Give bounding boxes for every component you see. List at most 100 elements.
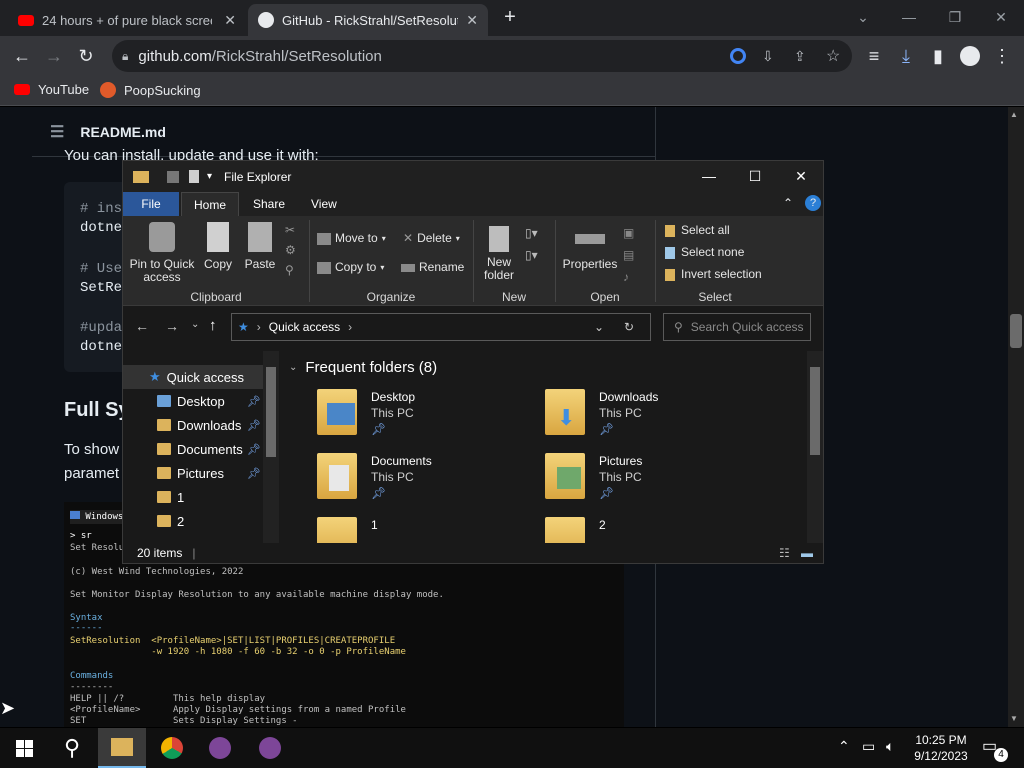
minimize-button[interactable]: —: [886, 4, 932, 32]
nav-item-quick-access[interactable]: ★ Quick access: [123, 365, 263, 389]
delete-button[interactable]: ✕ Delete ▾: [403, 232, 460, 245]
paste-button[interactable]: Paste: [241, 222, 279, 271]
folder-tile-1[interactable]: 1: [317, 517, 537, 543]
clock[interactable]: 10:25 PM 9/12/2023: [912, 732, 970, 764]
close-icon[interactable]: ✕: [466, 12, 478, 29]
tab-home[interactable]: Home: [181, 192, 240, 216]
back-button[interactable]: ←: [135, 318, 149, 334]
open-icon[interactable]: ▣: [623, 222, 634, 244]
new-tab-button[interactable]: +: [498, 6, 522, 30]
select-all-button[interactable]: Select all: [665, 224, 730, 237]
copy-to-button[interactable]: Copy to ▾: [317, 261, 384, 274]
invert-selection-button[interactable]: Invert selection: [665, 268, 762, 281]
content-scroll-thumb[interactable]: [810, 367, 820, 455]
nav-item-desktop[interactable]: Desktop 📌︎: [123, 389, 263, 413]
taskbar-app-2[interactable]: [246, 728, 294, 768]
refresh-icon[interactable]: ↻: [624, 320, 634, 334]
move-to-button[interactable]: Move to ▾: [317, 232, 386, 245]
scroll-down-icon[interactable]: ▼: [1010, 714, 1018, 723]
breadcrumb[interactable]: Quick access: [269, 320, 340, 334]
pin-quick-access-button[interactable]: Pin to Quick access: [129, 222, 195, 284]
reload-button[interactable]: ↻: [74, 44, 98, 68]
tab-file[interactable]: File: [123, 192, 179, 216]
collapse-ribbon-icon[interactable]: ⌃: [783, 196, 793, 210]
rename-button[interactable]: Rename: [401, 261, 464, 274]
select-none-button[interactable]: Select none: [665, 246, 744, 259]
address-box[interactable]: ★ › Quick access › ⌄ ↻: [231, 313, 651, 341]
search-input[interactable]: ⚲ Search Quick access: [663, 313, 811, 341]
nav-item-downloads[interactable]: Downloads 📌︎: [123, 413, 263, 437]
search-button[interactable]: ⚲: [48, 728, 96, 768]
recent-locations-icon[interactable]: ⌄: [191, 319, 199, 330]
volume-icon[interactable]: 🔈︎: [886, 738, 894, 755]
list-icon[interactable]: ☰: [50, 122, 64, 142]
close-window-button[interactable]: ✕: [778, 161, 824, 192]
forward-button[interactable]: →: [42, 44, 66, 68]
folder-tile-desktop[interactable]: Desktop This PC 📌︎: [317, 389, 537, 451]
tab-github[interactable]: GitHub - RickStrahl/SetResolution ✕: [248, 4, 488, 36]
nav-item-pictures[interactable]: Pictures 📌︎: [123, 461, 263, 485]
history-icon[interactable]: ♪: [623, 266, 634, 288]
section-header[interactable]: ⌄ Frequent folders (8): [289, 359, 437, 376]
nav-item-folder-1[interactable]: 1: [123, 485, 263, 509]
readme-title[interactable]: README.md: [80, 124, 166, 140]
install-app-icon[interactable]: ⇩: [762, 48, 774, 65]
tab-youtube[interactable]: 24 hours + of pure black screen ✕: [8, 4, 246, 36]
bookmark-site[interactable]: PoopSucking: [100, 82, 201, 98]
folder-tile-2[interactable]: 2: [545, 517, 765, 543]
large-icons-view-icon[interactable]: ▬: [801, 546, 813, 560]
close-icon[interactable]: ✕: [224, 12, 236, 29]
new-item-icon[interactable]: ▯▾: [525, 222, 538, 244]
copy-button[interactable]: Copy: [201, 222, 235, 271]
tab-search-chevron-icon[interactable]: ⌄: [840, 4, 886, 32]
cut-icon[interactable]: ✂: [285, 220, 296, 240]
taskbar-file-explorer[interactable]: [98, 728, 146, 768]
tab-share[interactable]: Share: [241, 192, 297, 216]
copy-path-icon[interactable]: ⚙: [285, 240, 296, 260]
menu-icon[interactable]: ⋮: [990, 44, 1014, 68]
address-dropdown-icon[interactable]: ⌄: [594, 320, 604, 334]
up-button[interactable]: ↑: [209, 317, 217, 334]
details-view-icon[interactable]: ☷: [779, 546, 790, 560]
properties-qat-icon[interactable]: [167, 170, 179, 183]
close-window-button[interactable]: ✕: [978, 4, 1024, 32]
bookmark-youtube[interactable]: YouTube: [14, 82, 89, 97]
tray-overflow-icon[interactable]: ⌃: [838, 738, 850, 755]
forward-button[interactable]: →: [165, 318, 179, 334]
properties-button[interactable]: Properties: [561, 226, 619, 271]
easy-access-icon[interactable]: ▯▾: [525, 244, 538, 266]
scroll-up-icon[interactable]: ▲: [1010, 110, 1018, 119]
edit-icon[interactable]: ▤: [623, 244, 634, 266]
share-icon[interactable]: ⇪: [794, 48, 806, 65]
start-button[interactable]: [0, 728, 48, 768]
qat-dropdown-icon[interactable]: ▾: [207, 171, 212, 182]
page-scrollbar[interactable]: [1008, 107, 1024, 727]
nav-scroll-thumb[interactable]: [266, 367, 276, 457]
maximize-button[interactable]: ☐: [732, 161, 778, 192]
nav-item-documents[interactable]: Documents 📌︎: [123, 437, 263, 461]
folder-tile-downloads[interactable]: ⬇ Downloads This PC 📌︎: [545, 389, 765, 451]
paste-shortcut-icon[interactable]: ⚲: [285, 260, 296, 280]
taskbar-app-1[interactable]: [196, 728, 244, 768]
folder-name: Pictures: [599, 454, 643, 468]
tab-view[interactable]: View: [299, 192, 349, 216]
media-control-icon[interactable]: ≡: [862, 44, 886, 68]
minimize-button[interactable]: —: [686, 161, 732, 192]
profile-avatar[interactable]: [958, 44, 982, 68]
network-icon[interactable]: ▭: [862, 738, 875, 755]
address-bar[interactable]: 🔒︎ github.com/RickStrahl/SetResolution ⇩…: [112, 40, 852, 72]
nav-item-folder-2[interactable]: 2: [123, 509, 263, 533]
new-folder-qat-icon[interactable]: [189, 170, 199, 183]
download-icon[interactable]: ⤓: [894, 44, 918, 68]
help-icon[interactable]: ?: [805, 195, 821, 211]
taskbar-chrome[interactable]: [148, 728, 196, 768]
restore-button[interactable]: ❐: [932, 4, 978, 32]
folder-tile-pictures[interactable]: Pictures This PC 📌︎: [545, 453, 765, 515]
back-button[interactable]: ←: [10, 44, 34, 68]
folder-tile-documents[interactable]: Documents This PC 📌︎: [317, 453, 537, 515]
bookmark-star-icon[interactable]: ☆: [826, 46, 840, 66]
side-panel-icon[interactable]: ▮: [926, 44, 950, 68]
google-icon[interactable]: [730, 48, 746, 64]
page-scroll-thumb[interactable]: [1010, 314, 1022, 348]
new-folder-button[interactable]: New folder: [479, 226, 519, 282]
